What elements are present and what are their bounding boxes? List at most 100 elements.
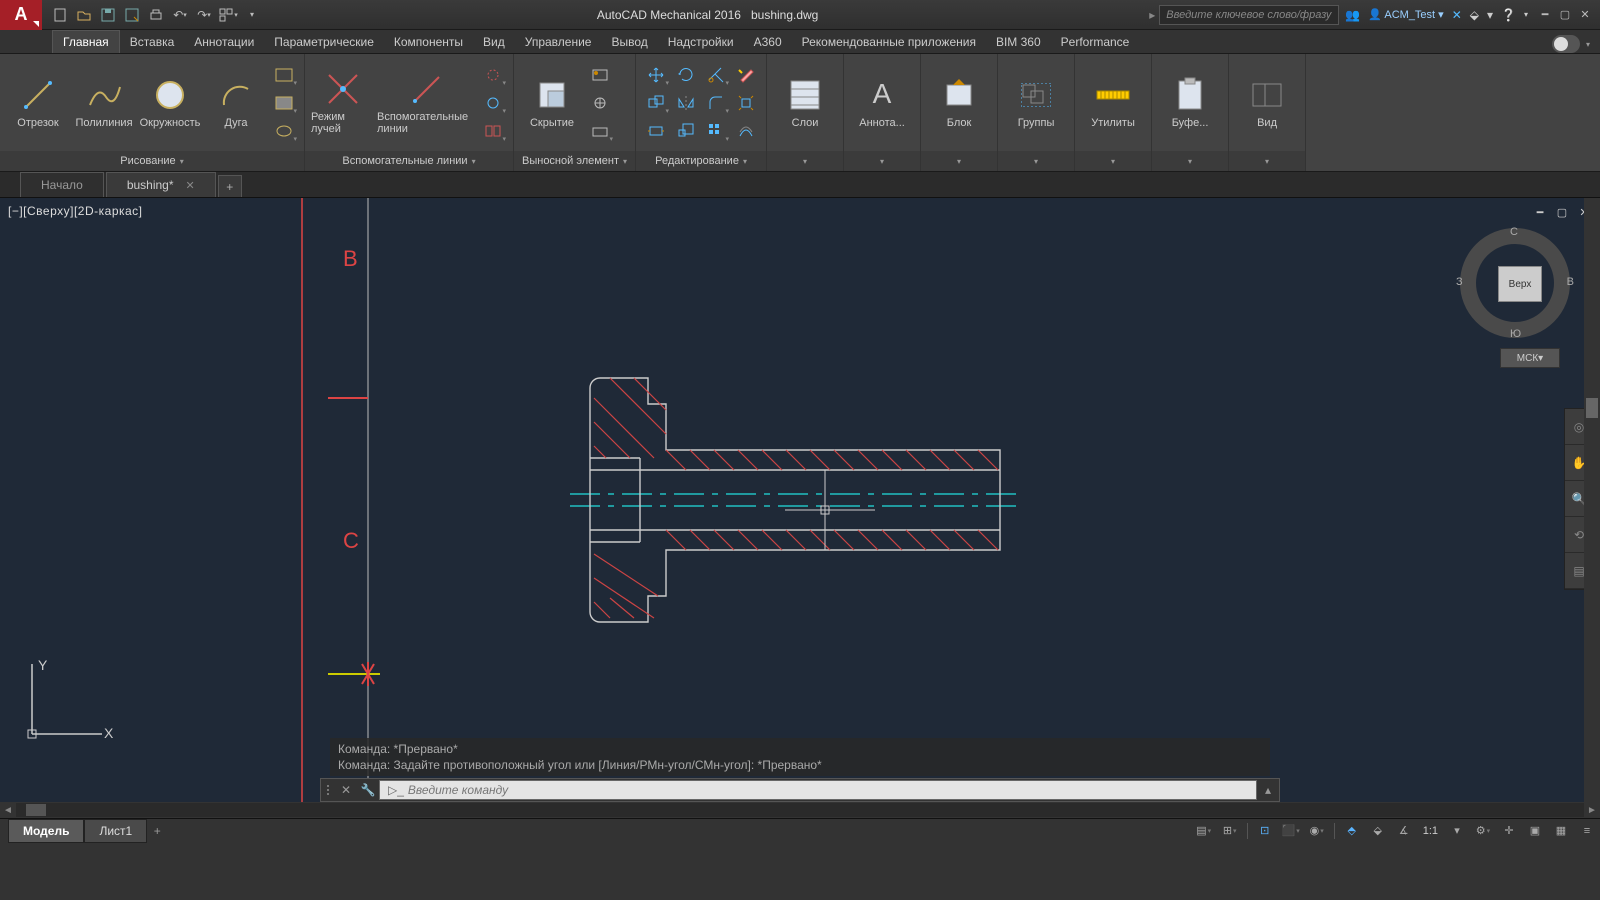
tab-add-button[interactable]: + (218, 175, 242, 197)
3dosnap-icon[interactable]: ⬙ (1365, 821, 1391, 841)
tab-model[interactable]: Модель (8, 819, 84, 843)
tab-manage[interactable]: Управление (515, 31, 602, 53)
ribbon-toggle[interactable] (1552, 35, 1580, 53)
move-icon[interactable]: ▾ (642, 62, 670, 88)
command-close-icon[interactable]: ✕ (335, 779, 357, 801)
exchange-icon[interactable]: ✕ (1452, 8, 1462, 22)
mirror-icon[interactable] (672, 90, 700, 116)
ribbon-toggle-dropdown[interactable]: ▾ (1586, 40, 1590, 49)
array-icon[interactable]: ▾ (702, 118, 730, 144)
tab-components[interactable]: Компоненты (384, 31, 473, 53)
panel-detail-title[interactable]: Выносной элемент▾ (514, 151, 635, 171)
qat-customize-icon[interactable]: ▾ (242, 5, 262, 25)
infocenter-icon[interactable]: 👥 (1345, 8, 1360, 22)
erase-icon[interactable] (732, 62, 760, 88)
polar-icon[interactable]: ◉▾ (1304, 821, 1330, 841)
ellipse-icon[interactable]: ▾ (270, 118, 298, 144)
ortho-icon[interactable]: ⬛▾ (1278, 821, 1304, 841)
horizontal-scrollbar[interactable]: ◄► (0, 802, 1600, 818)
detail-b-icon[interactable] (586, 90, 614, 116)
tab-bim360[interactable]: BIM 360 (986, 31, 1051, 53)
line-button[interactable]: Отрезок (6, 60, 70, 146)
circle-button[interactable]: Окружность (138, 60, 202, 146)
tab-document[interactable]: bushing*✕ (106, 172, 216, 197)
coord-system-button[interactable]: МСК ▾ (1500, 348, 1560, 368)
minimize-button[interactable]: ━ (1536, 6, 1554, 24)
signin-button[interactable]: 👤 ACM_Test ▾ (1368, 8, 1443, 21)
construction-lines-button[interactable]: Вспомогательные линии (377, 60, 477, 146)
ray-mode-button[interactable]: Режим лучей (311, 60, 375, 146)
hatch-icon[interactable]: ▾ (270, 90, 298, 116)
trim-icon[interactable]: ▾ (702, 62, 730, 88)
customize-icon[interactable]: ≡ (1574, 821, 1600, 841)
tab-layout1[interactable]: Лист1 (84, 819, 147, 843)
otrack-icon[interactable]: ∡ (1391, 821, 1417, 841)
panel-draw-title[interactable]: Рисование▾ (0, 151, 304, 171)
close-button[interactable]: ✕ (1576, 6, 1594, 24)
command-options-icon[interactable]: 🔧 (357, 779, 379, 801)
clipboard-button[interactable]: Буфе... (1158, 60, 1222, 146)
hide-button[interactable]: Скрытие (520, 60, 584, 146)
tab-parametric[interactable]: Параметрические (264, 31, 384, 53)
stretch-icon[interactable] (642, 118, 670, 144)
tab-annotate[interactable]: Аннотации (184, 31, 264, 53)
tab-home[interactable]: Главная (52, 30, 120, 53)
snap-icon[interactable]: ⊡ (1252, 821, 1278, 841)
drawing-area[interactable]: [−][Сверху][2D-каркас] ━ ▢ ✕ B C (0, 198, 1600, 802)
grid-icon[interactable]: ⊞▾ (1217, 821, 1243, 841)
copy-icon[interactable]: ▾ (642, 90, 670, 116)
tab-insert[interactable]: Вставка (120, 31, 185, 53)
command-recent-icon[interactable]: ▴ (1257, 779, 1279, 801)
offset-icon[interactable] (732, 118, 760, 144)
tab-featured[interactable]: Рекомендованные приложения (792, 31, 986, 53)
view-button[interactable]: Вид (1235, 60, 1299, 146)
tab-a360[interactable]: A360 (744, 31, 792, 53)
fillet-icon[interactable]: ▾ (702, 90, 730, 116)
explode-icon[interactable] (732, 90, 760, 116)
cline-icon[interactable]: ▾ (479, 90, 507, 116)
command-grip[interactable] (321, 785, 335, 795)
undo-icon[interactable]: ↶▾ (170, 5, 190, 25)
utilities-button[interactable]: Утилиты (1081, 60, 1145, 146)
tab-close-icon[interactable]: ✕ (186, 180, 195, 192)
detail-c-icon[interactable]: ▾ (586, 118, 614, 144)
canvas[interactable]: B C (0, 198, 1600, 802)
tab-start[interactable]: Начало (20, 172, 104, 197)
gear-icon[interactable]: ⚙▾ (1470, 821, 1496, 841)
command-input[interactable]: ▷_Введите команду (379, 780, 1257, 800)
tab-output[interactable]: Вывод (601, 31, 657, 53)
tab-view[interactable]: Вид (473, 31, 515, 53)
vertical-scrollbar[interactable] (1584, 198, 1600, 802)
polyline-button[interactable]: Полилиния (72, 60, 136, 146)
groups-button[interactable]: Группы (1004, 68, 1068, 138)
panel-utils-expand[interactable]: ▾ (1075, 151, 1151, 171)
panel-block-expand[interactable]: ▾ (921, 151, 997, 171)
panel-annot-expand[interactable]: ▾ (844, 151, 920, 171)
rotate-icon[interactable] (672, 62, 700, 88)
help-dropdown-icon[interactable]: ▾ (1524, 10, 1528, 19)
annotation-button[interactable]: AАннота... (850, 60, 914, 146)
block-button[interactable]: Блок (927, 60, 991, 146)
layers-button[interactable]: Слои (773, 60, 837, 146)
layout-add-button[interactable]: + (147, 824, 167, 838)
maximize-button[interactable]: ▢ (1556, 6, 1574, 24)
xline-icon[interactable]: ▾ (479, 62, 507, 88)
panel-groups-expand[interactable]: ▾ (998, 151, 1074, 171)
panel-layers-expand[interactable]: ▾ (767, 151, 843, 171)
panel-view-expand[interactable]: ▾ (1229, 151, 1305, 171)
search-arrow-icon[interactable]: ▸ (1145, 8, 1159, 22)
model-paper-toggle[interactable]: ▤▾ (1191, 821, 1217, 841)
app-store-icon[interactable]: ⬙ (1470, 8, 1479, 22)
redo-icon[interactable]: ↷▾ (194, 5, 214, 25)
save-icon[interactable] (98, 5, 118, 25)
rectangle-icon[interactable]: ▾ (270, 62, 298, 88)
detail-a-icon[interactable] (586, 62, 614, 88)
saveas-icon[interactable] (122, 5, 142, 25)
open-icon[interactable] (74, 5, 94, 25)
panel-construction-title[interactable]: Вспомогательные линии▾ (305, 151, 513, 171)
workspace-icon[interactable]: ▾ (218, 5, 238, 25)
hardware-icon[interactable]: ▣ (1522, 821, 1548, 841)
scale-dropdown[interactable]: ▾ (1444, 821, 1470, 841)
new-icon[interactable] (50, 5, 70, 25)
panel-modify-title[interactable]: Редактирование▾ (636, 151, 766, 171)
